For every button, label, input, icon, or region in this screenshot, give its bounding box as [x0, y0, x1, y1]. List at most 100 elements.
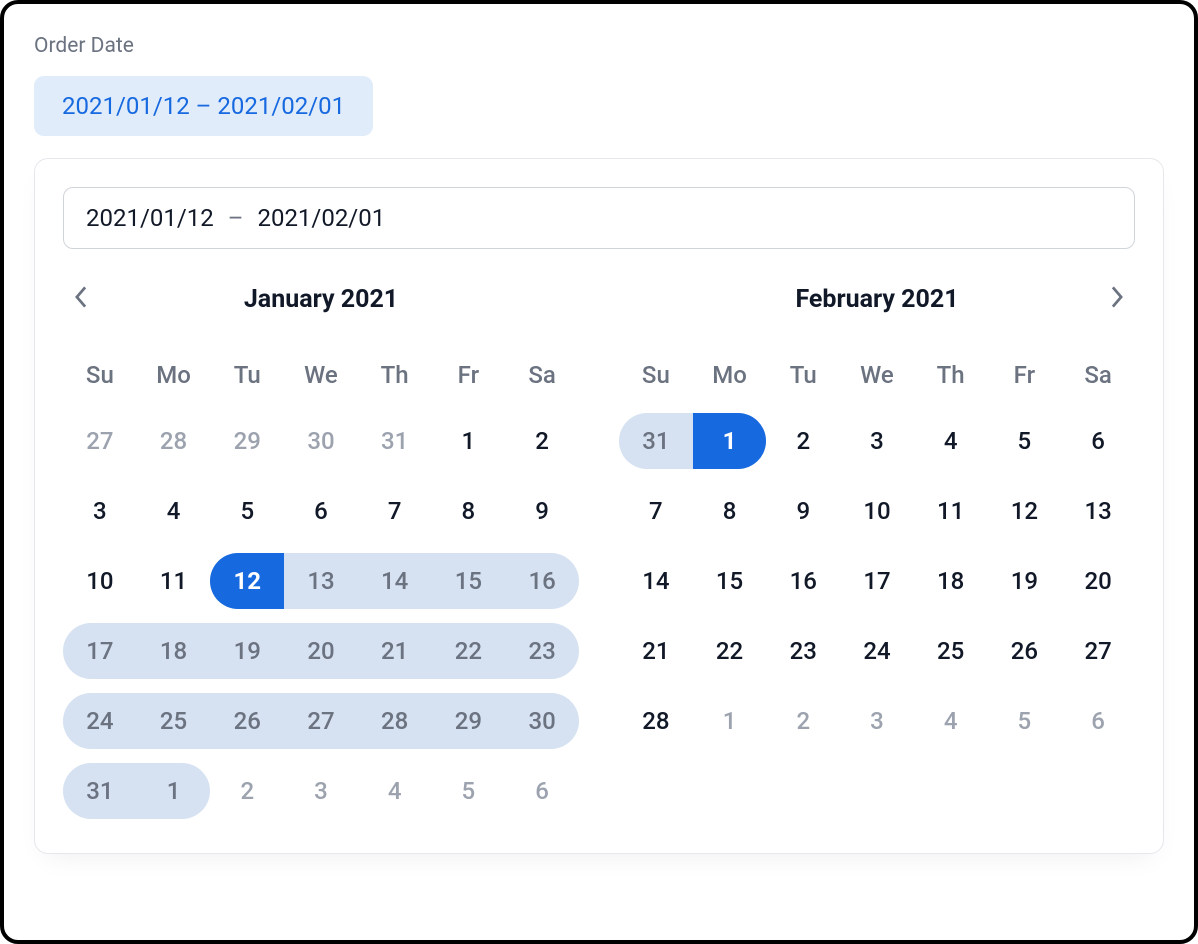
- calendar-day[interactable]: 2: [505, 413, 579, 469]
- calendar-day[interactable]: 3: [284, 763, 358, 819]
- calendar-day[interactable]: 6: [505, 763, 579, 819]
- calendar-day[interactable]: 1: [693, 693, 767, 749]
- calendar-day[interactable]: 10: [840, 483, 914, 539]
- calendar-day[interactable]: 1: [137, 763, 211, 819]
- range-separator: –: [228, 204, 244, 232]
- calendar-day[interactable]: 25: [137, 693, 211, 749]
- calendar-day[interactable]: 24: [63, 693, 137, 749]
- calendar-day[interactable]: 24: [840, 623, 914, 679]
- calendar-day[interactable]: 29: [210, 413, 284, 469]
- calendar-day[interactable]: 2: [766, 693, 840, 749]
- calendar-day[interactable]: 26: [210, 693, 284, 749]
- month-right-title: February 2021: [795, 285, 958, 314]
- calendar-week: 28123456: [619, 693, 1135, 749]
- calendar-day[interactable]: 5: [432, 763, 506, 819]
- calendar-day[interactable]: 15: [432, 553, 506, 609]
- weekday-header: Mo: [137, 361, 211, 399]
- calendar-day[interactable]: 13: [284, 553, 358, 609]
- calendar-day[interactable]: 7: [619, 483, 693, 539]
- calendar-day[interactable]: 4: [358, 763, 432, 819]
- calendar-day[interactable]: 27: [1061, 623, 1135, 679]
- calendar-day[interactable]: 12: [988, 483, 1062, 539]
- calendar-day[interactable]: 26: [988, 623, 1062, 679]
- calendar-day[interactable]: 14: [619, 553, 693, 609]
- calendar-day[interactable]: 18: [914, 553, 988, 609]
- calendar-day[interactable]: 6: [284, 483, 358, 539]
- calendar-day[interactable]: 13: [1061, 483, 1135, 539]
- calendar-day[interactable]: 9: [766, 483, 840, 539]
- weekday-header: Su: [619, 361, 693, 399]
- calendar-day[interactable]: 4: [914, 413, 988, 469]
- weekday-header: Sa: [1061, 361, 1135, 399]
- calendar-day[interactable]: 15: [693, 553, 767, 609]
- calendar-day[interactable]: 18: [137, 623, 211, 679]
- calendar-day[interactable]: 1: [693, 413, 767, 469]
- calendar-day[interactable]: 8: [693, 483, 767, 539]
- calendar-day[interactable]: 3: [840, 413, 914, 469]
- calendar-day[interactable]: 9: [505, 483, 579, 539]
- calendar-day[interactable]: 19: [988, 553, 1062, 609]
- calendar-day[interactable]: 17: [840, 553, 914, 609]
- calendar-day[interactable]: 23: [505, 623, 579, 679]
- calendar-day[interactable]: 21: [358, 623, 432, 679]
- month-right: February 2021 SuMoTuWeThFrSa 31123456789…: [619, 273, 1135, 833]
- calendar-day[interactable]: 3: [840, 693, 914, 749]
- month-left-title: January 2021: [244, 285, 398, 314]
- calendar-day[interactable]: 2: [210, 763, 284, 819]
- calendar-day[interactable]: 6: [1061, 413, 1135, 469]
- calendar-day[interactable]: 5: [988, 413, 1062, 469]
- calendar-day[interactable]: 22: [693, 623, 767, 679]
- range-end-value: 2021/02/01: [257, 204, 385, 232]
- weekday-header: Fr: [988, 361, 1062, 399]
- calendar-day[interactable]: 22: [432, 623, 506, 679]
- weekday-row: SuMoTuWeThFrSa: [63, 361, 579, 399]
- calendar-day[interactable]: 23: [766, 623, 840, 679]
- date-range-chip[interactable]: 2021/01/12 – 2021/02/01: [34, 76, 373, 136]
- weekday-header: Th: [358, 361, 432, 399]
- calendar-day[interactable]: 20: [1061, 553, 1135, 609]
- calendar-day[interactable]: 14: [358, 553, 432, 609]
- calendar-day[interactable]: 28: [358, 693, 432, 749]
- calendar-day[interactable]: 31: [358, 413, 432, 469]
- calendar-day[interactable]: 29: [432, 693, 506, 749]
- calendar-day[interactable]: 2: [766, 413, 840, 469]
- calendar-day[interactable]: 16: [766, 553, 840, 609]
- calendar-day[interactable]: 4: [137, 483, 211, 539]
- calendar-day[interactable]: 31: [619, 413, 693, 469]
- calendar-day[interactable]: 17: [63, 623, 137, 679]
- calendar-day[interactable]: 11: [137, 553, 211, 609]
- weekday-header: We: [840, 361, 914, 399]
- calendar-day[interactable]: 5: [210, 483, 284, 539]
- calendar-week: 31123456: [619, 413, 1135, 469]
- calendar-day[interactable]: 5: [988, 693, 1062, 749]
- calendar-day[interactable]: 3: [63, 483, 137, 539]
- calendar-day[interactable]: 28: [137, 413, 211, 469]
- calendar-day[interactable]: 31: [63, 763, 137, 819]
- calendar-day[interactable]: 6: [1061, 693, 1135, 749]
- chevron-left-icon: [74, 286, 88, 312]
- calendar-day[interactable]: 16: [505, 553, 579, 609]
- calendar-day[interactable]: 21: [619, 623, 693, 679]
- weekday-header: Tu: [210, 361, 284, 399]
- date-range-input[interactable]: 2021/01/12 – 2021/02/01: [63, 187, 1135, 249]
- calendar-day[interactable]: 30: [505, 693, 579, 749]
- calendar-day[interactable]: 1: [432, 413, 506, 469]
- calendar-day[interactable]: 28: [619, 693, 693, 749]
- calendar-day[interactable]: 10: [63, 553, 137, 609]
- calendar-day[interactable]: 7: [358, 483, 432, 539]
- calendar-week: 31123456: [63, 763, 579, 819]
- calendar-day[interactable]: 8: [432, 483, 506, 539]
- prev-month-button[interactable]: [63, 281, 99, 317]
- calendar-day[interactable]: 19: [210, 623, 284, 679]
- calendar-day[interactable]: 11: [914, 483, 988, 539]
- calendar-day[interactable]: 12: [210, 553, 284, 609]
- next-month-button[interactable]: [1099, 281, 1135, 317]
- calendar-day[interactable]: 30: [284, 413, 358, 469]
- calendar-day[interactable]: 25: [914, 623, 988, 679]
- calendar-day[interactable]: 27: [63, 413, 137, 469]
- calendar-day[interactable]: 4: [914, 693, 988, 749]
- weekday-header: Su: [63, 361, 137, 399]
- calendar-week: 17181920212223: [63, 623, 579, 679]
- calendar-day[interactable]: 20: [284, 623, 358, 679]
- calendar-day[interactable]: 27: [284, 693, 358, 749]
